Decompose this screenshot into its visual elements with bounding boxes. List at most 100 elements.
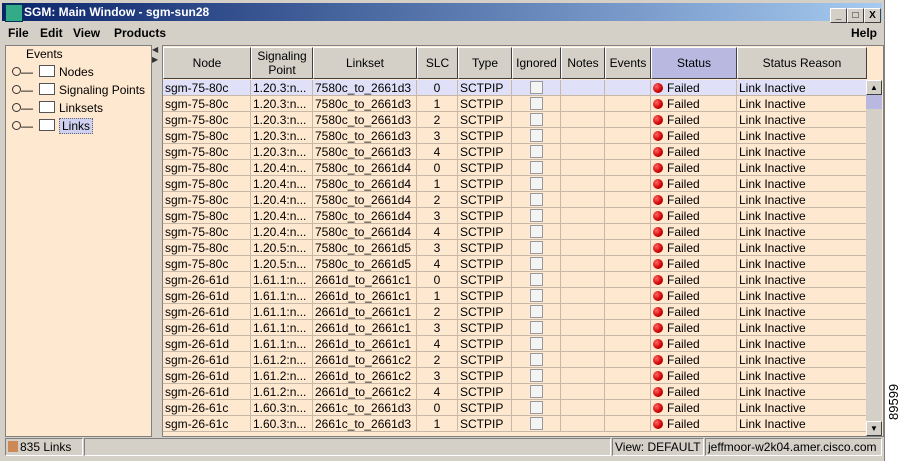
failed-status-icon xyxy=(653,387,663,397)
cell-slc: 2 xyxy=(417,192,458,208)
table-row[interactable]: sgm-26-61d 1.61.1:n... 2661d_to_2661c1 2 SCT… xyxy=(163,304,867,320)
table-row[interactable]: sgm-26-61d 1.61.1:n... 2661d_to_2661c1 0 SCT… xyxy=(163,272,867,288)
cell-events xyxy=(605,352,651,368)
splitter-handle[interactable]: ◀ ▶ xyxy=(152,45,160,435)
table-row[interactable]: sgm-75-80c 1.20.5:n... 7580c_to_2661d5 3 SCT… xyxy=(163,240,867,256)
ignored-checkbox[interactable] xyxy=(529,225,543,238)
cell-type: SCTPIP xyxy=(458,224,512,240)
ignored-checkbox[interactable] xyxy=(529,97,543,110)
column-header[interactable]: Events xyxy=(605,47,651,79)
ignored-checkbox[interactable] xyxy=(529,289,543,302)
table-row[interactable]: sgm-75-80c 1.20.3:n... 7580c_to_2661d3 3 SCT… xyxy=(163,128,867,144)
expand-icon[interactable] xyxy=(12,67,21,76)
table-row[interactable]: sgm-75-80c 1.20.4:n... 7580c_to_2661d4 0 SCT… xyxy=(163,160,867,176)
cell-node: sgm-26-61d xyxy=(163,336,251,352)
ignored-checkbox[interactable] xyxy=(529,161,543,174)
tree-item[interactable]: — Linksets xyxy=(12,100,103,116)
cell-signaling-point: 1.20.3:n... xyxy=(251,96,313,112)
ignored-checkbox[interactable] xyxy=(529,385,543,398)
menu-file[interactable]: File xyxy=(8,26,29,40)
column-header[interactable]: SLC xyxy=(417,47,458,79)
expand-icon[interactable] xyxy=(12,103,21,112)
cell-slc: 2 xyxy=(417,304,458,320)
ignored-checkbox[interactable] xyxy=(529,129,543,142)
table-row[interactable]: sgm-75-80c 1.20.3:n... 7580c_to_2661d3 1 SCT… xyxy=(163,96,867,112)
ignored-checkbox[interactable] xyxy=(529,113,543,126)
ignored-checkbox[interactable] xyxy=(529,369,543,382)
cell-type: SCTPIP xyxy=(458,128,512,144)
menu-edit[interactable]: Edit xyxy=(40,26,63,40)
column-header[interactable]: Node xyxy=(163,47,251,79)
table-row[interactable]: sgm-75-80c 1.20.3:n... 7580c_to_2661d3 2 SCT… xyxy=(163,112,867,128)
expand-icon[interactable] xyxy=(12,121,21,130)
table-row[interactable]: sgm-26-61d 1.61.2:n... 2661d_to_2661c2 3 SCT… xyxy=(163,368,867,384)
scroll-up-arrow-icon[interactable]: ▲ xyxy=(866,80,882,95)
column-header[interactable]: Type xyxy=(458,47,512,79)
cell-linkset: 7580c_to_2661d4 xyxy=(313,208,417,224)
ignored-checkbox[interactable] xyxy=(529,417,543,430)
table-row[interactable]: sgm-75-80c 1.20.4:n... 7580c_to_2661d4 2 SCT… xyxy=(163,192,867,208)
table-row[interactable]: sgm-26-61d 1.61.2:n... 2661d_to_2661c2 4 SCT… xyxy=(163,384,867,400)
expand-icon[interactable] xyxy=(12,85,21,94)
close-button[interactable]: X xyxy=(864,8,881,23)
table-row[interactable]: sgm-26-61d 1.61.1:n... 2661d_to_2661c1 3 SCT… xyxy=(163,320,867,336)
cell-slc: 0 xyxy=(417,400,458,416)
folder-icon xyxy=(39,119,55,131)
ignored-checkbox[interactable] xyxy=(529,321,543,334)
column-header[interactable]: Linkset xyxy=(313,47,417,79)
ignored-checkbox[interactable] xyxy=(529,241,543,254)
vertical-scrollbar[interactable]: ▲ ▼ xyxy=(866,80,882,436)
ignored-checkbox[interactable] xyxy=(529,257,543,270)
ignored-checkbox[interactable] xyxy=(529,353,543,366)
cell-notes xyxy=(561,224,605,240)
table-row[interactable]: sgm-75-80c 1.20.4:n... 7580c_to_2661d4 3 SCT… xyxy=(163,208,867,224)
ignored-checkbox[interactable] xyxy=(529,209,543,222)
cell-signaling-point: 1.20.4:n... xyxy=(251,176,313,192)
ignored-checkbox[interactable] xyxy=(529,273,543,286)
cell-linkset: 7580c_to_2661d3 xyxy=(313,128,417,144)
table-row[interactable]: sgm-75-80c 1.20.5:n... 7580c_to_2661d5 4 SCT… xyxy=(163,256,867,272)
maximize-button[interactable]: □ xyxy=(847,8,864,23)
cell-ignored xyxy=(512,176,561,192)
ignored-checkbox[interactable] xyxy=(529,305,543,318)
menu-products[interactable]: Products xyxy=(114,26,166,40)
column-header[interactable]: Ignored xyxy=(512,47,561,79)
table-row[interactable]: sgm-26-61d 1.61.1:n... 2661d_to_2661c1 1 SCT… xyxy=(163,288,867,304)
table-row[interactable]: sgm-75-80c 1.20.4:n... 7580c_to_2661d4 4 SCT… xyxy=(163,224,867,240)
menu-help[interactable]: Help xyxy=(851,26,877,40)
cell-status: Failed xyxy=(651,320,737,336)
cell-status-reason: Link Inactive xyxy=(737,176,867,192)
column-header[interactable]: Notes xyxy=(561,47,605,79)
cell-notes xyxy=(561,288,605,304)
tree-item[interactable]: — Links xyxy=(12,118,94,134)
cell-status: Failed xyxy=(651,352,737,368)
column-header[interactable]: Status xyxy=(651,47,737,79)
tree-item-events[interactable]: Events xyxy=(26,46,63,62)
cell-linkset: 7580c_to_2661d3 xyxy=(313,112,417,128)
table-row[interactable]: sgm-26-61d 1.61.1:n... 2661d_to_2661c1 4 SCT… xyxy=(163,336,867,352)
table-row[interactable]: sgm-75-80c 1.20.4:n... 7580c_to_2661d4 1 SCT… xyxy=(163,176,867,192)
cell-status: Failed xyxy=(651,80,737,96)
menu-view[interactable]: View xyxy=(73,26,100,40)
scroll-down-arrow-icon[interactable]: ▼ xyxy=(866,421,882,436)
column-header[interactable]: Signaling Point xyxy=(251,47,313,79)
tree-item[interactable]: — Nodes xyxy=(12,64,94,80)
table-row[interactable]: sgm-26-61c 1.60.3:n... 2661c_to_2661d3 1 SCT… xyxy=(163,416,867,432)
table-row[interactable]: sgm-26-61c 1.60.3:n... 2661c_to_2661d3 0 SCT… xyxy=(163,400,867,416)
ignored-checkbox[interactable] xyxy=(529,177,543,190)
ignored-checkbox[interactable] xyxy=(529,193,543,206)
cell-status: Failed xyxy=(651,208,737,224)
scroll-thumb[interactable] xyxy=(866,95,882,109)
ignored-checkbox[interactable] xyxy=(529,401,543,414)
ignored-checkbox[interactable] xyxy=(529,81,543,94)
ignored-checkbox[interactable] xyxy=(529,337,543,350)
tree-item[interactable]: — Signaling Points xyxy=(12,82,145,98)
cell-ignored xyxy=(512,416,561,432)
table-row[interactable]: sgm-75-80c 1.20.3:n... 7580c_to_2661d3 4 SCT… xyxy=(163,144,867,160)
ignored-checkbox[interactable] xyxy=(529,145,543,158)
column-header[interactable]: Status Reason xyxy=(737,47,867,79)
minimize-button[interactable]: _ xyxy=(830,8,847,23)
table-row[interactable]: sgm-75-80c 1.20.3:n... 7580c_to_2661d3 0 SCT… xyxy=(163,80,867,96)
cell-events xyxy=(605,320,651,336)
table-row[interactable]: sgm-26-61d 1.61.2:n... 2661d_to_2661c2 2 SCT… xyxy=(163,352,867,368)
